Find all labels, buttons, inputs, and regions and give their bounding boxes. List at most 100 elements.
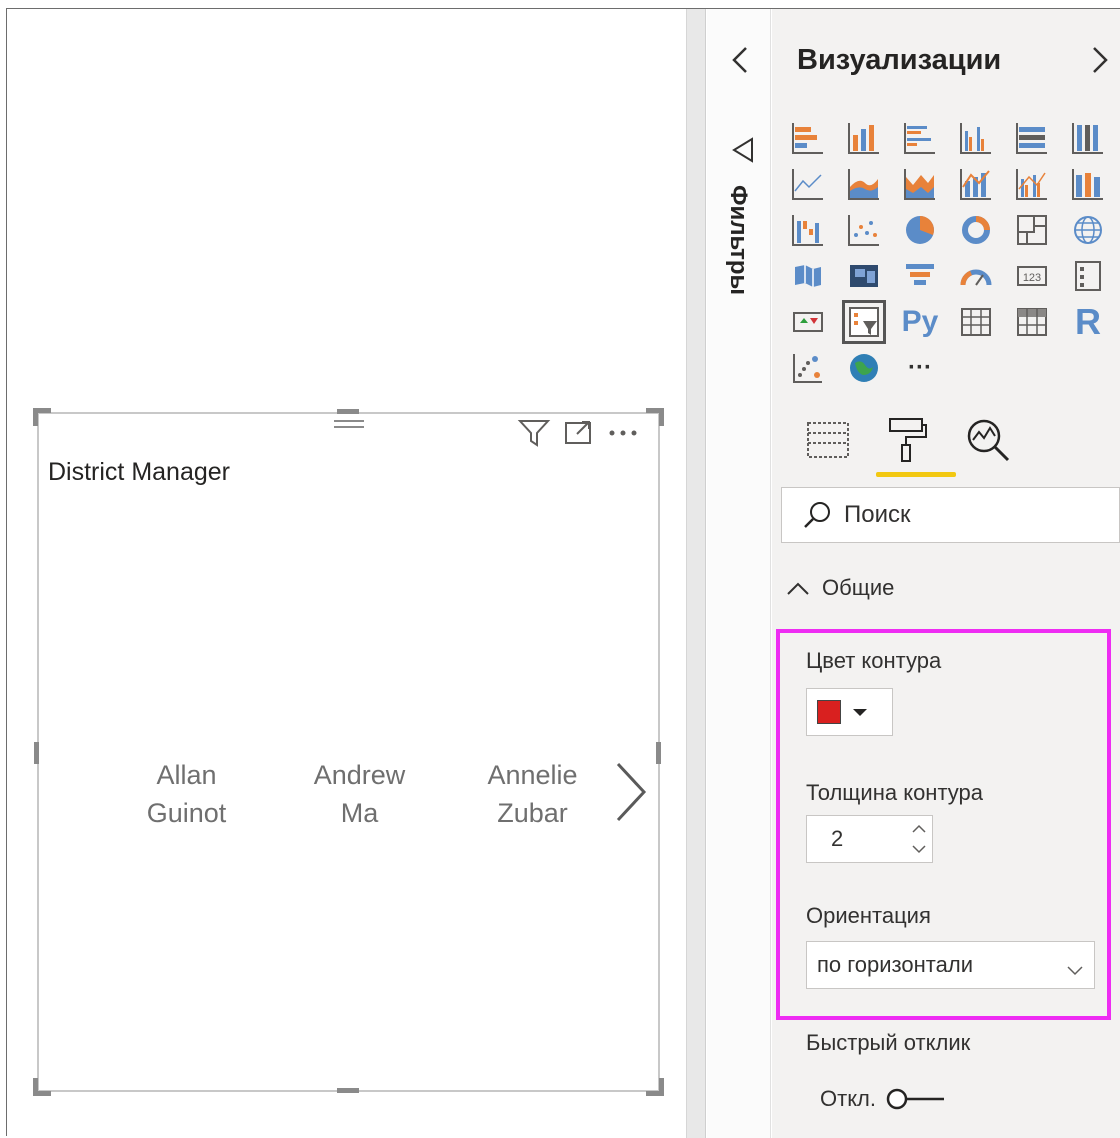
slicer-item-line: Annelie xyxy=(487,760,578,790)
stacked-bar-chart-icon[interactable] xyxy=(788,118,828,158)
resize-handle-bottom-left[interactable] xyxy=(33,1078,51,1096)
kpi-icon[interactable] xyxy=(788,302,828,342)
slicer-icon[interactable] xyxy=(842,300,886,344)
svg-text:123: 123 xyxy=(1023,272,1041,284)
fields-tab[interactable] xyxy=(800,412,856,468)
more-visuals-icon[interactable]: ··· xyxy=(900,348,940,388)
filled-map-icon[interactable] xyxy=(788,256,828,296)
filters-pane-collapsed xyxy=(707,9,771,1138)
pie-chart-icon[interactable] xyxy=(900,210,940,250)
100-stacked-column-chart-icon[interactable] xyxy=(1068,118,1108,158)
drag-grip-icon[interactable] xyxy=(334,420,364,434)
slicer-item-line: Guinot xyxy=(146,798,227,828)
table-icon[interactable] xyxy=(956,302,996,342)
line-and-clustered-column-chart-icon[interactable] xyxy=(1012,164,1052,204)
stacked-column-chart-icon[interactable] xyxy=(844,118,884,158)
search-input[interactable]: Поиск xyxy=(781,487,1120,543)
resize-handle-top-right[interactable] xyxy=(646,408,664,426)
funnel-icon[interactable] xyxy=(900,256,940,296)
resize-handle-left[interactable] xyxy=(34,742,39,764)
more-options-icon[interactable] xyxy=(607,418,639,453)
orientation-label: Ориентация xyxy=(806,903,931,928)
slicer-item[interactable]: Annelie Zubar xyxy=(446,756,619,832)
clustered-column-chart-icon[interactable] xyxy=(956,118,996,158)
key-influencers-icon[interactable] xyxy=(788,348,828,388)
analytics-tab[interactable] xyxy=(960,412,1016,468)
search-placeholder: Поиск xyxy=(844,501,911,528)
slicer-visual[interactable] xyxy=(37,412,660,1092)
python-visual-icon[interactable]: Py xyxy=(900,302,940,342)
chevron-up-icon xyxy=(787,582,809,595)
stepper-value: 2 xyxy=(831,826,844,851)
toggle-switch-icon xyxy=(886,1088,945,1110)
slicer-item-line: Allan xyxy=(156,760,217,790)
slicer-item-line: Andrew xyxy=(313,760,406,790)
multi-row-card-icon[interactable] xyxy=(1068,256,1108,296)
chevron-down-icon xyxy=(1066,956,1084,982)
slicer-item-line: Ma xyxy=(340,798,379,828)
clustered-bar-chart-icon[interactable] xyxy=(900,118,940,158)
arcgis-map-icon[interactable] xyxy=(844,348,884,388)
outline-weight-stepper[interactable]: 2 xyxy=(806,815,933,863)
filter-icon[interactable] xyxy=(517,418,551,453)
pane-splitter[interactable] xyxy=(686,9,706,1138)
donut-chart-icon[interactable] xyxy=(956,210,996,250)
chevron-right-icon[interactable] xyxy=(610,760,650,829)
line-and-stacked-column-chart-icon[interactable] xyxy=(956,164,996,204)
globe-map-icon[interactable] xyxy=(1068,210,1108,250)
visualizations-pane-title: Визуализации xyxy=(797,44,1002,76)
focus-mode-icon[interactable] xyxy=(563,418,595,453)
filter-funnel-icon xyxy=(730,136,756,169)
responsive-label: Быстрый отклик xyxy=(806,1030,971,1055)
r-visual-icon[interactable]: R xyxy=(1068,301,1108,342)
outline-weight-label: Толщина контура xyxy=(806,780,983,805)
ribbon-chart-icon[interactable] xyxy=(1068,164,1108,204)
line-chart-icon[interactable] xyxy=(788,164,828,204)
analytics-magnifier-icon xyxy=(967,419,1010,462)
resize-handle-top[interactable] xyxy=(337,409,359,414)
caret-down-icon xyxy=(853,708,867,716)
resize-handle-bottom-right[interactable] xyxy=(646,1078,664,1096)
paint-roller-icon xyxy=(889,418,927,462)
format-tab[interactable] xyxy=(880,412,936,468)
outline-color-label: Цвет контура xyxy=(806,648,942,673)
search-icon xyxy=(804,502,830,528)
treemap-icon[interactable] xyxy=(1012,210,1052,250)
slicer-item[interactable]: Allan Guinot xyxy=(100,756,273,832)
orientation-value: по горизонтали xyxy=(817,952,973,977)
slicer-item[interactable]: Andrew Ma xyxy=(273,756,446,832)
resize-handle-top-left[interactable] xyxy=(33,408,51,426)
more-label: ··· xyxy=(908,354,932,381)
responsive-toggle[interactable]: Откл. xyxy=(820,1086,948,1112)
fields-icon xyxy=(807,422,849,458)
color-swatch xyxy=(817,700,841,724)
visual-header-toolbar xyxy=(517,418,639,453)
scatter-chart-icon[interactable] xyxy=(844,210,884,250)
python-label: Py xyxy=(901,305,939,338)
100-stacked-bar-chart-icon[interactable] xyxy=(1012,118,1052,158)
general-section-header[interactable]: Общие xyxy=(786,575,894,601)
slicer-items: Allan Guinot Andrew Ma Annelie Zubar xyxy=(100,756,619,832)
chevron-left-icon[interactable] xyxy=(728,44,752,81)
chevron-up-icon[interactable] xyxy=(910,820,928,838)
chevron-right-icon[interactable] xyxy=(1088,44,1112,81)
card-icon[interactable]: 123 xyxy=(1012,256,1052,296)
section-label: Общие xyxy=(822,575,895,600)
visualization-gallery: 123 Py R ··· xyxy=(788,118,1120,394)
area-chart-icon[interactable] xyxy=(844,164,884,204)
waterfall-chart-icon[interactable] xyxy=(788,210,828,250)
outline-color-picker[interactable] xyxy=(806,688,893,736)
active-tab-indicator xyxy=(876,472,956,477)
chevron-down-icon[interactable] xyxy=(910,840,928,858)
resize-handle-right[interactable] xyxy=(656,742,661,764)
orientation-dropdown[interactable]: по горизонтали xyxy=(806,941,1095,989)
matrix-icon[interactable] xyxy=(1012,302,1052,342)
resize-handle-bottom[interactable] xyxy=(337,1088,359,1093)
gauge-icon[interactable] xyxy=(956,256,996,296)
r-label: R xyxy=(1075,301,1101,342)
filters-pane-label[interactable]: Фильтры xyxy=(724,185,752,295)
toggle-state-label: Откл. xyxy=(820,1086,877,1111)
stacked-area-chart-icon[interactable] xyxy=(900,164,940,204)
shape-map-icon[interactable] xyxy=(844,256,884,296)
pane-tabs xyxy=(800,412,1016,468)
